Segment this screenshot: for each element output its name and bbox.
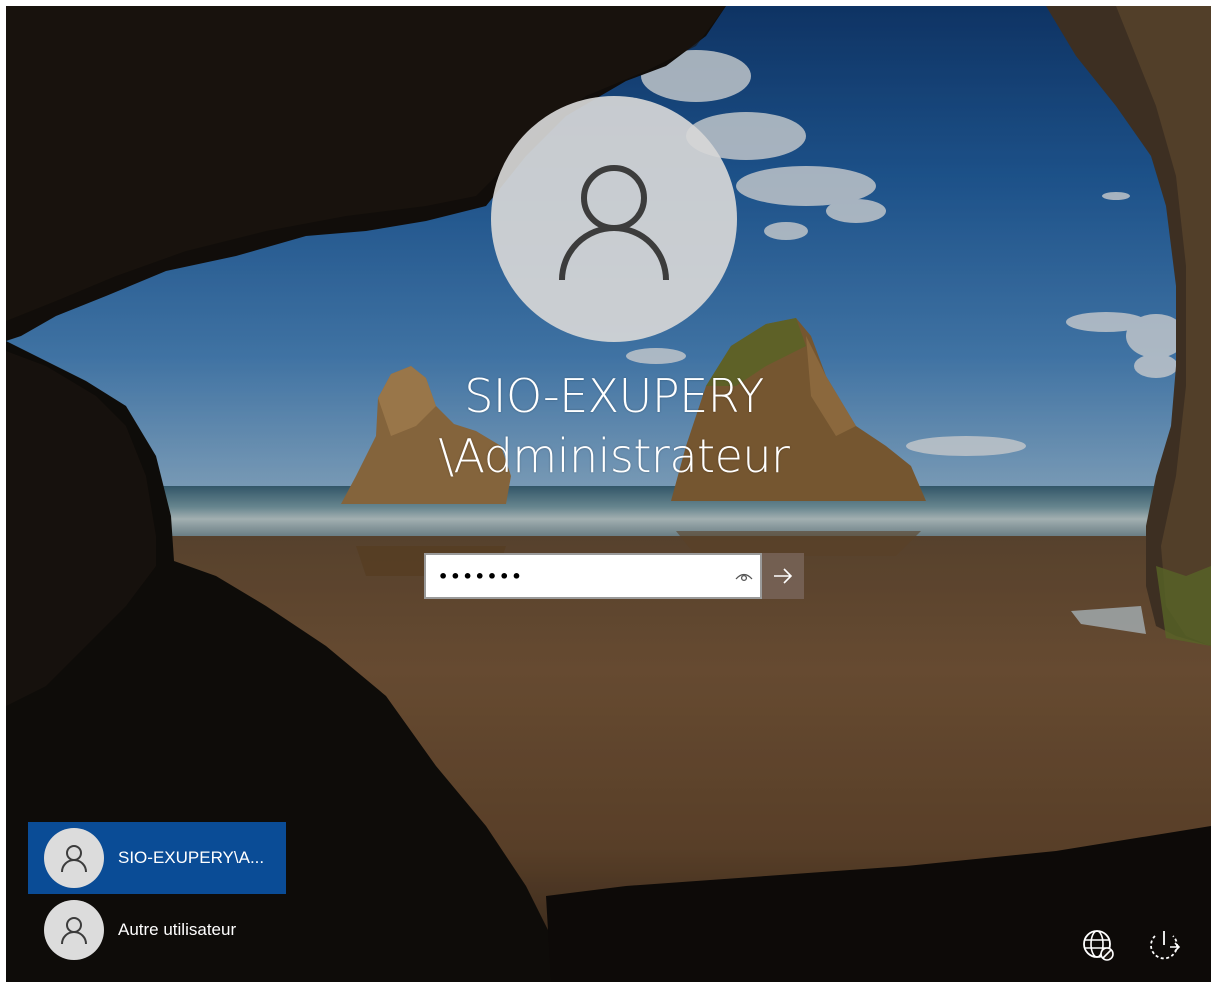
submit-button[interactable] [762, 553, 804, 599]
arrow-right-icon [774, 568, 793, 584]
user-list-item-sio-exupery[interactable]: SIO-EXUPERY\A... [28, 822, 286, 894]
avatar [44, 828, 104, 888]
password-field[interactable]: ••••••• [424, 553, 762, 599]
password-row: ••••••• [424, 553, 804, 599]
user-icon [61, 917, 87, 945]
network-icon [1083, 930, 1114, 961]
user-list-label: SIO-EXUPERY\A... [118, 848, 265, 867]
user-icon [61, 845, 87, 873]
lock-screen: SIO-EXUPERY \Administrateur ••••••• SIO-… [6, 6, 1211, 982]
eye-icon [735, 573, 753, 582]
user-list-item-autre-utilisateur[interactable]: Autre utilisateur [28, 894, 286, 966]
user-list: SIO-EXUPERY\A... Autre utilisateur [28, 822, 286, 966]
avatar [44, 900, 104, 960]
user-avatar [491, 96, 737, 342]
power-button[interactable] [1142, 924, 1186, 968]
user-icon [559, 165, 669, 281]
network-button[interactable] [1077, 924, 1121, 968]
account-name: SIO-EXUPERY \Administrateur [306, 366, 922, 486]
power-icon [1150, 931, 1181, 960]
account-name-line1: SIO-EXUPERY [464, 369, 764, 423]
user-list-label: Autre utilisateur [118, 920, 237, 939]
password-value[interactable]: ••••••• [426, 567, 728, 586]
reveal-password-button[interactable] [728, 555, 760, 597]
account-name-line2: \Administrateur [438, 429, 790, 483]
